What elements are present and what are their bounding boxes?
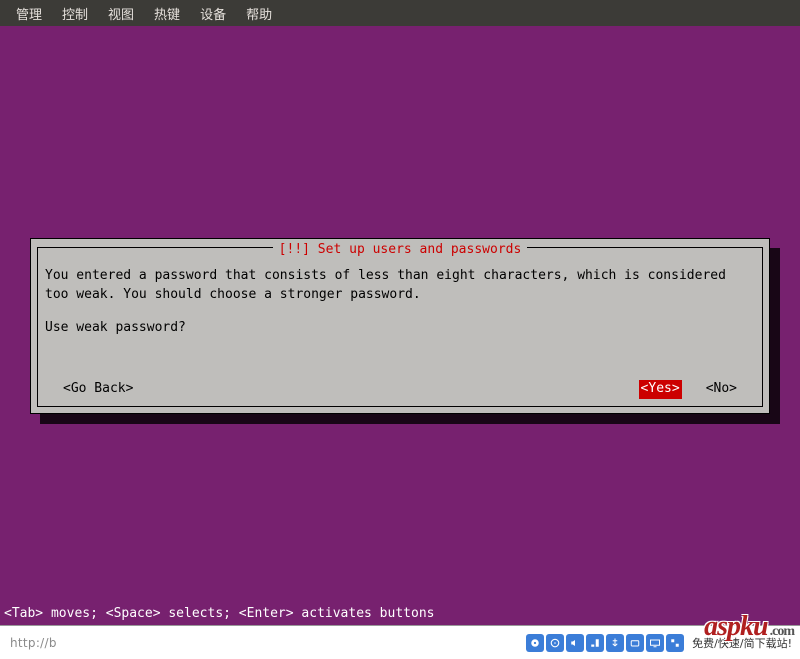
- menu-control[interactable]: 控制: [52, 0, 98, 27]
- tray-usb-icon[interactable]: [606, 634, 624, 652]
- tray-shared-icon[interactable]: [626, 634, 644, 652]
- tray-capture-icon[interactable]: [666, 634, 684, 652]
- tray-speaker-icon[interactable]: [566, 634, 584, 652]
- tray-network-icon[interactable]: [586, 634, 604, 652]
- dialog-actions: <Go Back> <Yes> <No>: [63, 380, 737, 399]
- menu-view[interactable]: 视图: [98, 0, 144, 27]
- yes-button[interactable]: <Yes>: [639, 380, 682, 399]
- dialog-title-row: [!!] Set up users and passwords: [31, 241, 769, 260]
- dialog-message: You entered a password that consists of …: [45, 267, 755, 305]
- menu-hotkeys[interactable]: 热键: [144, 0, 190, 27]
- menu-devices[interactable]: 设备: [190, 0, 236, 27]
- tray-optical-icon[interactable]: [546, 634, 564, 652]
- system-tray: 免费/快速/简下载站!: [518, 634, 800, 652]
- tray-display-icon[interactable]: [646, 634, 664, 652]
- no-button[interactable]: <No>: [706, 380, 737, 399]
- tray-text: 免费/快速/简下载站!: [692, 635, 792, 651]
- installer-screen: [!!] Set up users and passwords You ente…: [0, 26, 800, 659]
- password-warning-dialog: [!!] Set up users and passwords You ente…: [30, 238, 770, 414]
- keyboard-hint: <Tab> moves; <Space> selects; <Enter> ac…: [0, 604, 438, 623]
- dialog-question: Use weak password?: [45, 319, 755, 338]
- dialog-title: [!!] Set up users and passwords: [273, 241, 528, 260]
- host-taskbar: http://b 免费/快速/简下载站!: [0, 625, 800, 659]
- menu-manage[interactable]: 管理: [6, 0, 52, 27]
- url-field[interactable]: http://b: [0, 636, 518, 650]
- go-back-button[interactable]: <Go Back>: [63, 380, 133, 399]
- menu-help[interactable]: 帮助: [236, 0, 282, 27]
- tray-disk-icon[interactable]: [526, 634, 544, 652]
- vm-menubar: 管理 控制 视图 热键 设备 帮助: [0, 0, 800, 26]
